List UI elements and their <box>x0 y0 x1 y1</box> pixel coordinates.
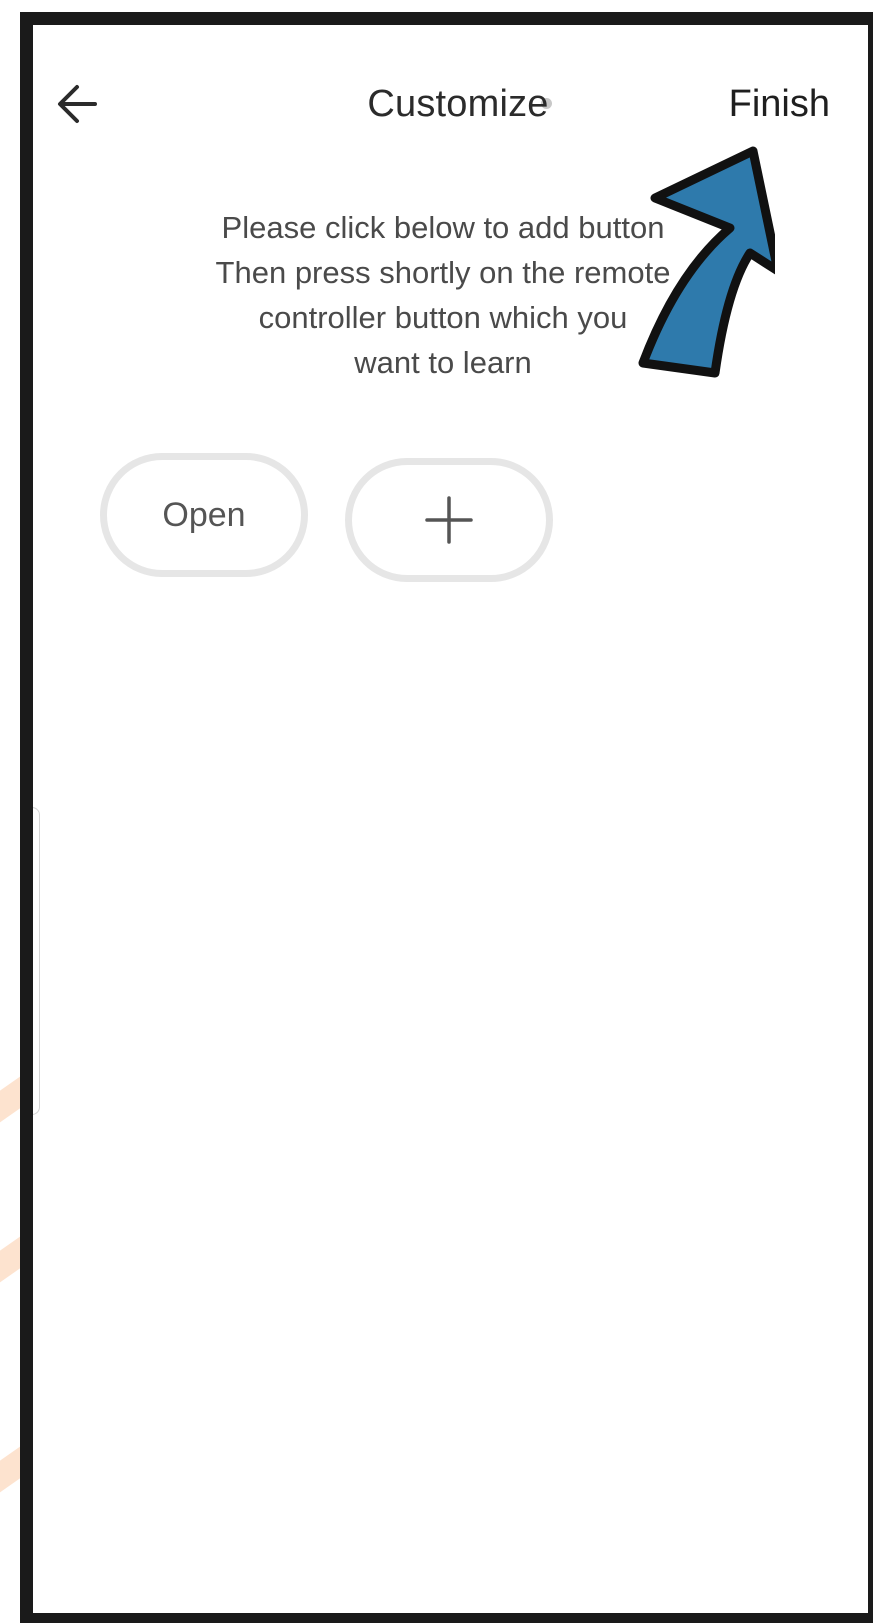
plus-icon <box>425 496 473 544</box>
instruction-line: want to learn <box>354 345 532 380</box>
finish-button[interactable]: Finish <box>729 83 830 126</box>
instruction-line: Then press shortly on the remote <box>215 255 671 290</box>
side-handle[interactable] <box>33 807 40 1115</box>
instructions-text: Please click below to add button Then pr… <box>183 205 703 385</box>
back-button[interactable] <box>53 80 101 128</box>
page-title: Customize <box>367 83 549 125</box>
arrow-left-icon <box>58 85 97 123</box>
open-remote-button-label: Open <box>162 495 246 534</box>
status-dot <box>540 98 552 110</box>
instruction-line: Please click below to add button <box>221 210 665 245</box>
instruction-line: controller button which you <box>258 300 628 335</box>
phone-frame: Customize Finish Please click below to a… <box>20 12 873 1623</box>
add-remote-button[interactable] <box>345 458 553 582</box>
screen: Customize Finish Please click below to a… <box>33 25 868 1613</box>
open-remote-button[interactable]: Open <box>100 453 308 577</box>
